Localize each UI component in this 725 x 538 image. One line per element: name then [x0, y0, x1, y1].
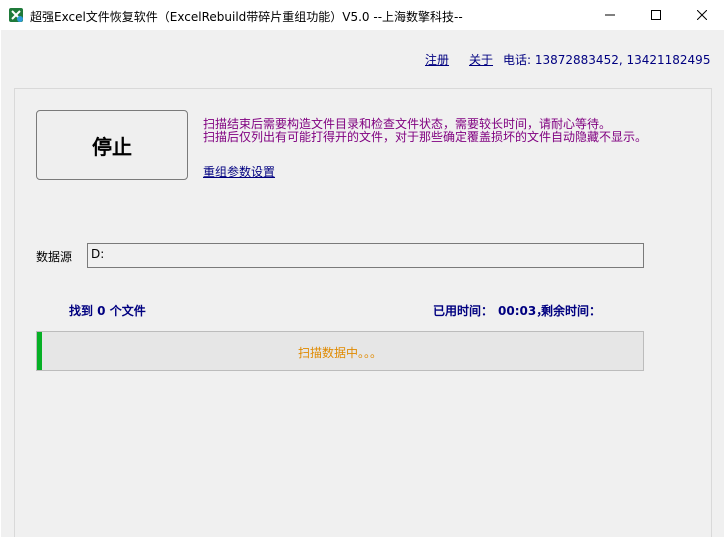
spreadsheet-app-icon — [8, 7, 24, 23]
minimize-icon — [605, 14, 615, 16]
close-icon — [697, 10, 707, 20]
window-title: 超强Excel文件恢复软件（ExcelRebuild带碎片重组功能）V5.0 -… — [30, 10, 463, 24]
close-button[interactable] — [679, 0, 725, 30]
minimize-button[interactable] — [587, 0, 633, 30]
register-link[interactable]: 注册 — [425, 51, 449, 68]
maximize-icon — [651, 10, 661, 20]
maximize-button[interactable] — [633, 0, 679, 30]
remaining-time-label: 剩余时间： — [541, 304, 602, 318]
phone-text: 电话: 13872883452, 13421182495 — [503, 53, 711, 67]
data-source-field[interactable]: D: — [87, 243, 644, 268]
elapsed-time-label: 已用时间： — [433, 304, 494, 318]
scan-progress-bar: 扫描数据中。。。 — [36, 331, 644, 371]
data-source-label: 数据源 — [36, 250, 73, 264]
rebuild-settings-link[interactable]: 重组参数设置 — [203, 163, 275, 180]
stop-button[interactable]: 停止 — [36, 110, 188, 180]
title-bar: 超强Excel文件恢复软件（ExcelRebuild带碎片重组功能）V5.0 -… — [0, 0, 725, 30]
about-link[interactable]: 关于 — [469, 51, 493, 68]
progress-status-text: 扫描数据中。。。 — [297, 346, 382, 360]
found-files-text: 找到 0 个文件 — [69, 304, 146, 318]
info-text-line2: 扫描后仅列出有可能打得开的文件，对于那些确定覆盖损坏的文件自动隐藏不显示。 — [203, 130, 648, 144]
